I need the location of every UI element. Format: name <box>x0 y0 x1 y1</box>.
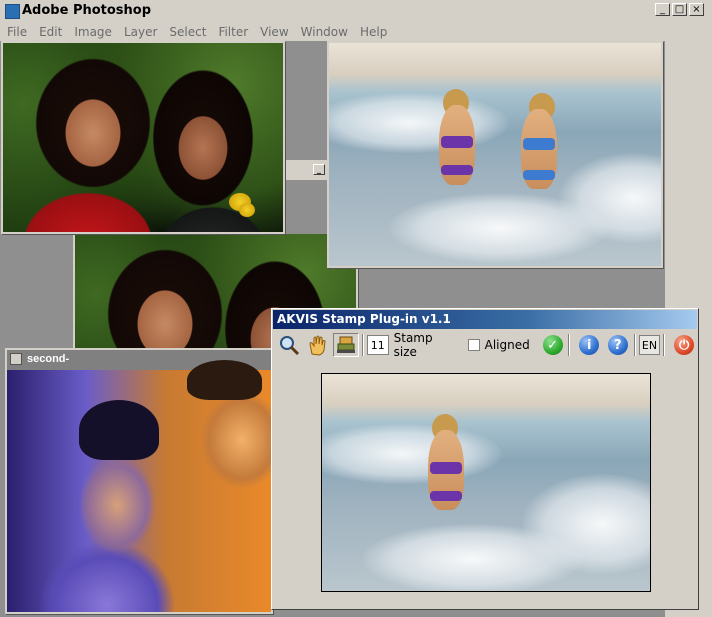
close-button[interactable]: × <box>689 3 704 16</box>
toolbar-separator <box>663 334 666 356</box>
toolbar-separator <box>361 334 364 356</box>
bikini-bottom <box>430 491 462 501</box>
menu-image[interactable]: Image <box>69 25 117 39</box>
app-title-bar: Adobe Photoshop _ □ × <box>0 0 712 23</box>
info-button[interactable]: i <box>576 333 602 357</box>
menu-bar: File Edit Image Layer Select Filter View… <box>0 22 712 41</box>
beach-preview-image <box>322 374 650 591</box>
hair <box>79 400 159 460</box>
bikini-top <box>523 138 555 150</box>
night-portrait-image <box>3 43 283 232</box>
beach-image <box>329 43 661 266</box>
menu-file[interactable]: File <box>2 25 32 39</box>
zoom-tool-button[interactable] <box>276 333 302 357</box>
foam <box>329 93 509 153</box>
stamp-icon <box>337 336 356 353</box>
bikini-top <box>441 136 473 148</box>
menu-view[interactable]: View <box>255 25 293 39</box>
doc-window-beach[interactable] <box>327 41 663 268</box>
hand-icon <box>309 335 326 356</box>
apply-button[interactable]: ✓ <box>540 333 566 357</box>
doc-minimize-button[interactable]: _ <box>313 164 325 175</box>
stamp-tool-button[interactable] <box>333 333 359 357</box>
window-controls: _ □ × <box>655 3 704 16</box>
plugin-preview[interactable] <box>321 373 651 592</box>
menu-help[interactable]: Help <box>355 25 392 39</box>
toolbar-separator <box>568 334 571 356</box>
menu-filter[interactable]: Filter <box>213 25 253 39</box>
doc-title: second- <box>27 353 70 365</box>
stamp-size-field[interactable]: 11 <box>366 335 389 355</box>
language-button[interactable]: EN <box>638 335 661 355</box>
bikini-bottom <box>441 165 473 175</box>
info-icon: i <box>579 335 600 355</box>
flower <box>239 203 255 217</box>
document-icon <box>10 353 22 365</box>
akvis-plugin-window: AKVIS Stamp Plug-in v1.1 11 Stamp size A… <box>271 308 699 610</box>
help-icon: ? <box>607 335 628 355</box>
aligned-checkbox[interactable] <box>467 339 480 351</box>
hair <box>187 360 262 400</box>
apply-icon: ✓ <box>542 335 563 355</box>
toolbar-separator <box>633 334 636 356</box>
foam <box>362 524 582 591</box>
menu-window[interactable]: Window <box>296 25 353 39</box>
plugin-toolbar: 11 Stamp size Aligned ✓ i ? EN ⏻ <box>273 330 697 360</box>
foam <box>322 424 502 484</box>
stamp-size-label: Stamp size <box>393 331 433 359</box>
power-icon: ⏻ <box>674 335 695 355</box>
menu-edit[interactable]: Edit <box>34 25 67 39</box>
faces-image <box>7 360 271 612</box>
bikini-bottom <box>523 170 555 180</box>
exit-button[interactable]: ⏻ <box>671 333 697 357</box>
zoom-icon <box>279 336 299 356</box>
hand-tool-button[interactable] <box>305 333 331 357</box>
menu-layer[interactable]: Layer <box>119 25 162 39</box>
maximize-button[interactable]: □ <box>672 3 687 16</box>
aligned-label: Aligned <box>484 338 530 352</box>
bikini-top <box>430 462 462 474</box>
doc-window-night-front[interactable] <box>1 41 285 234</box>
photoshop-logo-icon <box>5 4 20 19</box>
doc-window-second[interactable]: second- <box>5 348 273 614</box>
help-button[interactable]: ? <box>605 333 631 357</box>
plugin-title: AKVIS Stamp Plug-in v1.1 <box>273 310 697 329</box>
foam <box>389 193 609 263</box>
minimize-button[interactable]: _ <box>655 3 670 16</box>
menu-select[interactable]: Select <box>164 25 211 39</box>
app-title: Adobe Photoshop <box>22 3 152 18</box>
